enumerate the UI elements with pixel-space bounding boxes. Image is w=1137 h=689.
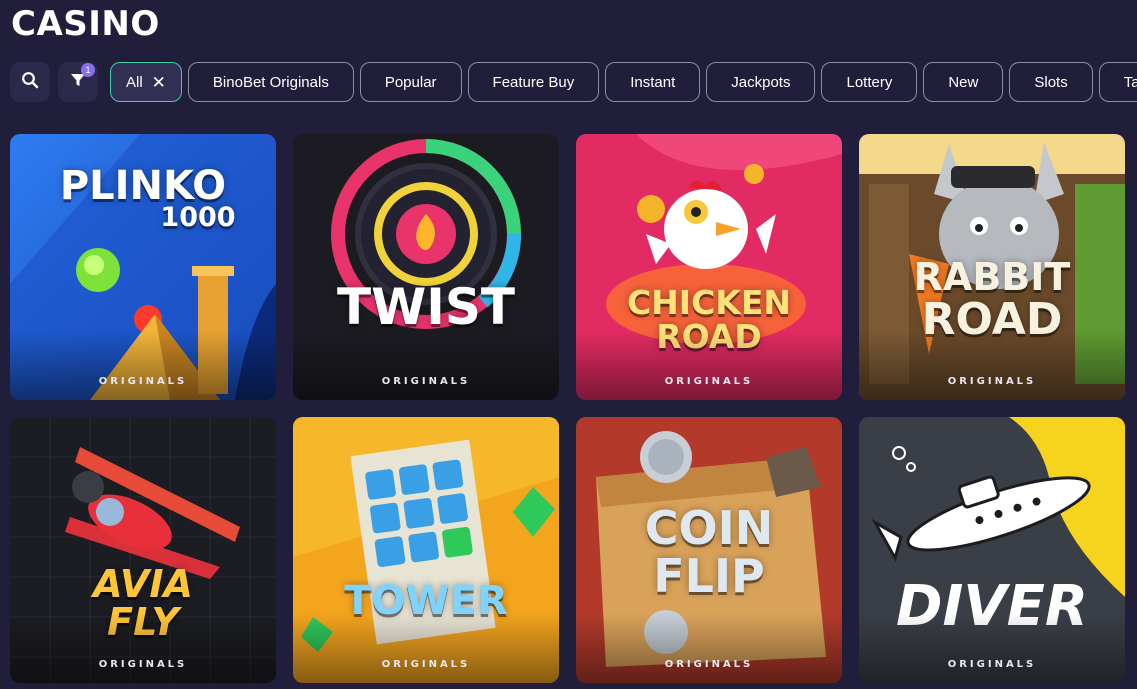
game-grid: PLINKO 1000 ORIGINALS TWIST ORIGINALS CH… [10,134,1125,683]
game-card-chicken-road[interactable]: CHICKEN ROAD ORIGINALS [576,134,842,400]
game-logo-line1: PLINKO [59,163,227,209]
game-tag: ORIGINALS [664,376,754,387]
game-card-plinko[interactable]: PLINKO 1000 ORIGINALS [10,134,276,400]
game-tag: ORIGINALS [98,376,188,387]
game-tag: ORIGINALS [381,376,471,387]
card-shade [576,613,842,683]
card-shade [576,330,842,400]
game-logo-line1: AVIA [93,562,193,606]
game-tag: ORIGINALS [947,376,1037,387]
chip-label: Jackpots [731,73,791,91]
chip-label: Instant [630,73,676,91]
page-title: CASINO [11,4,160,44]
chip-label: New [948,73,979,91]
chip-popular[interactable]: Popular [359,62,462,102]
filter-count-badge: 1 [81,63,95,77]
card-shade [859,330,1125,400]
chip-label: BinoBet Originals [212,73,329,91]
game-logo-line1: COIN [644,501,774,555]
game-card-tower[interactable]: TOWER ORIGINALS [293,417,559,683]
search-icon [21,71,39,94]
game-tag: ORIGINALS [381,659,471,670]
chip-feature-buy[interactable]: Feature Buy [467,62,600,102]
card-shade [10,330,276,400]
card-shade [859,613,1125,683]
game-tag: ORIGINALS [664,659,754,670]
game-logo-line2: 1000 [160,202,236,233]
game-logo-line2: FLIP [653,549,765,603]
game-card-twist[interactable]: TWIST ORIGINALS [293,134,559,400]
game-card-avia-fly[interactable]: AVIA FLY ORIGINALS [10,417,276,683]
chip-label: Feature Buy [492,73,575,91]
filter-button[interactable]: 1 [58,62,98,102]
game-tag: ORIGINALS [98,659,188,670]
game-card-diver[interactable]: DIVER ORIGINALS [859,417,1125,683]
chip-new[interactable]: New [923,62,1004,102]
card-shade [10,613,276,683]
chip-table[interactable]: Table [1098,62,1137,102]
chip-label: Popular [384,73,437,91]
game-card-rabbit-road[interactable]: RABBIT ROAD ORIGINALS [859,134,1125,400]
chip-all[interactable]: All ✕ [110,62,182,102]
chip-binobet-originals[interactable]: BinoBet Originals [187,62,354,102]
game-logo-line1: RABBIT [913,255,1071,299]
game-card-coin-flip[interactable]: COIN FLIP ORIGINALS [576,417,842,683]
chip-slots[interactable]: Slots [1009,62,1093,102]
chip-label: Slots [1034,73,1068,91]
game-tag: ORIGINALS [947,659,1037,670]
chip-lottery[interactable]: Lottery [821,62,918,102]
search-button[interactable] [10,62,50,102]
game-logo-line1: CHICKEN [626,283,792,322]
chip-label: All [126,73,143,91]
chip-label: Lottery [846,73,893,91]
card-shade [293,330,559,400]
game-logo-line1: TWIST [337,278,515,336]
close-icon[interactable]: ✕ [152,74,166,91]
card-shade [293,613,559,683]
filter-bar: 1 All ✕ BinoBet Originals Popular Featur… [10,62,1137,102]
chip-jackpots[interactable]: Jackpots [706,62,816,102]
chip-instant[interactable]: Instant [605,62,701,102]
chip-label: Table [1123,73,1137,91]
